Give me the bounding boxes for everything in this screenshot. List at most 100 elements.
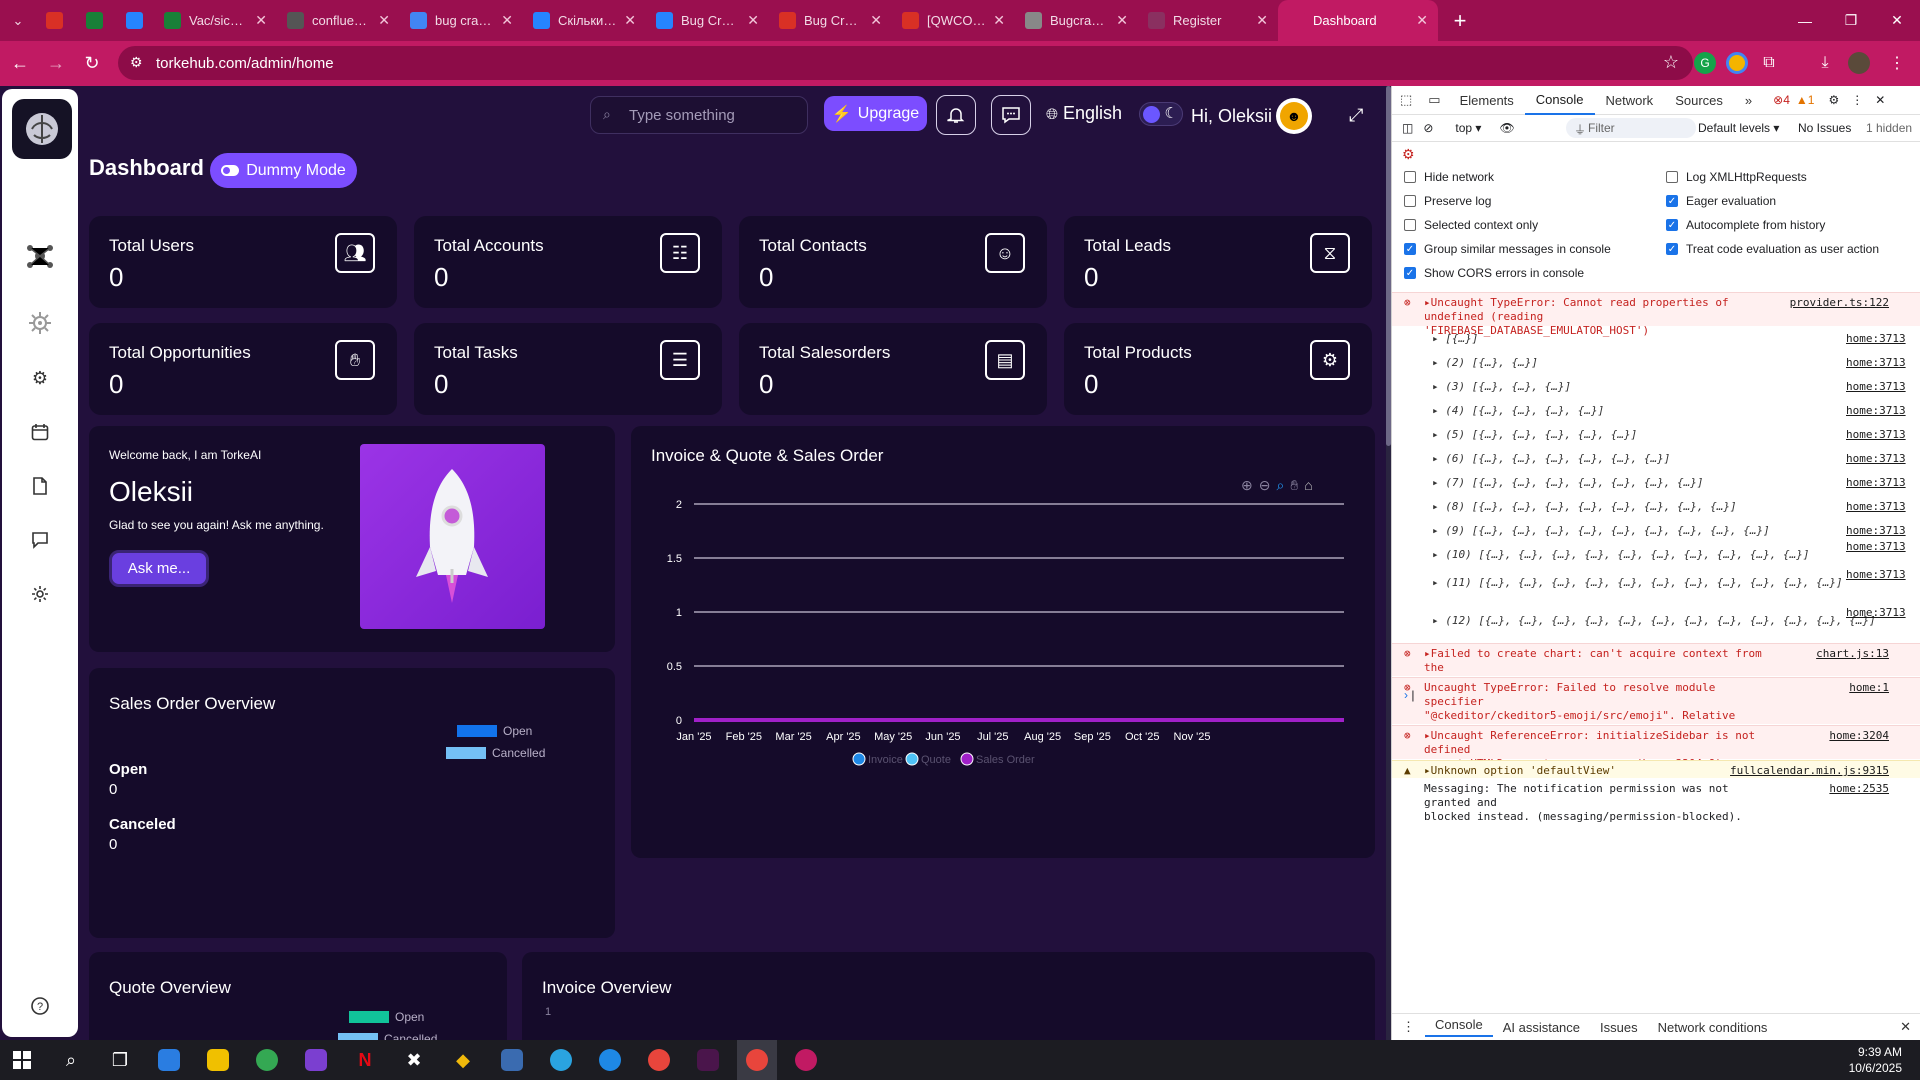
console-settings-gear-icon[interactable]: ⚙ (1402, 146, 1415, 163)
devtools-close-icon[interactable]: ✕ (1875, 93, 1885, 107)
console-source-link[interactable]: home:3713 (1846, 380, 1906, 393)
devtools-settings-icon[interactable]: ⚙ (1828, 93, 1839, 107)
checkbox[interactable]: ✓ (1666, 195, 1678, 207)
console-source-link[interactable]: home:3713 (1846, 476, 1906, 489)
notifications-button[interactable] (936, 95, 976, 135)
chrome-profile-1-icon[interactable] (639, 1040, 679, 1080)
warning-count-badge[interactable]: ▲1 (1796, 93, 1815, 107)
download-icon[interactable]: ⤓ (1814, 52, 1836, 74)
console-message[interactable]: ⊗ ▸Failed to create chart: can't acquire … (1392, 643, 1920, 688)
console-array-entry[interactable]: ▸ (10) [{…}, {…}, {…}, {…}, {…}, {…}, {…… (1432, 548, 1810, 561)
issues-count[interactable]: No Issues (1798, 121, 1851, 135)
reload-button[interactable]: ↻ (76, 48, 108, 80)
console-message[interactable]: ⊗ ▸Uncaught TypeError: Cannot read proper… (1392, 292, 1920, 337)
sidebar-chat-icon[interactable] (16, 516, 64, 564)
url-bar[interactable]: ⚙ torkehub.com/admin/home ☆ (118, 46, 1693, 80)
devtools-menu-icon[interactable]: ⋮ (1851, 93, 1863, 107)
console-source-link[interactable]: chart.js:13 (1816, 647, 1889, 660)
tab-console[interactable]: Console (1524, 86, 1595, 115)
file-explorer-icon[interactable] (198, 1040, 238, 1080)
telegram-icon[interactable] (541, 1040, 581, 1080)
site-info-icon[interactable]: ⚙ (130, 54, 143, 71)
calculator-icon[interactable] (492, 1040, 532, 1080)
extensions-puzzle-icon[interactable]: ⧉ (1758, 52, 1780, 74)
console-source-link[interactable]: home:3713 (1846, 404, 1906, 417)
app-logo[interactable] (12, 99, 72, 159)
drawer-tab-network-conditions[interactable]: Network conditions (1648, 1020, 1778, 1035)
browser-tab[interactable]: Bugcrawl proof ✕ (1015, 0, 1138, 41)
console-source-link[interactable]: fullcalendar.min.js:9315 (1730, 764, 1889, 777)
slack-icon[interactable] (688, 1040, 728, 1080)
drawer-tab-issues[interactable]: Issues (1590, 1020, 1648, 1035)
live-expression-eye-icon[interactable]: 👁︎ (1499, 121, 1514, 135)
tab-network[interactable]: Network (1595, 86, 1665, 115)
extension-icon[interactable] (1726, 52, 1748, 74)
app-heart-icon[interactable] (296, 1040, 336, 1080)
console-source-link[interactable]: home:2535 (1829, 782, 1889, 795)
netflix-icon[interactable]: N (345, 1040, 385, 1080)
tab-close-icon[interactable]: ✕ (501, 12, 513, 29)
sidebar-help-icon[interactable]: ? (16, 982, 64, 1030)
chrome-profile-2-icon[interactable] (737, 1040, 777, 1080)
console-source-link[interactable]: home:3713 (1846, 524, 1906, 537)
console-option[interactable]: ✓ Autocomplete from history (1666, 218, 1825, 232)
chrome-profile-3-icon[interactable] (786, 1040, 826, 1080)
legend-label[interactable]: Quote (921, 754, 951, 766)
checkbox[interactable] (1404, 195, 1416, 207)
taskbar-search-icon[interactable]: ⌕ (51, 1040, 91, 1080)
console-source-link[interactable]: home:3713 (1846, 606, 1906, 619)
stat-card[interactable]: Total Contacts 0 ☺ (739, 216, 1047, 308)
console-filter-input[interactable]: ⏚ Filter (1566, 118, 1696, 138)
error-count-badge[interactable]: ⊗4 (1773, 93, 1790, 107)
windows-start-icon[interactable] (2, 1040, 42, 1080)
browser-tab[interactable]: confluence.redi ✕ (277, 0, 400, 41)
console-option[interactable]: Selected context only (1404, 218, 1538, 232)
capcut-icon[interactable]: ✖ (394, 1040, 434, 1080)
log-levels-dropdown[interactable]: Default levels ▾ (1698, 121, 1779, 135)
console-array-entry[interactable]: ▸ (8) [{…}, {…}, {…}, {…}, {…}, {…}, {…}… (1432, 500, 1737, 513)
tab-search-button[interactable]: ⌄ (0, 0, 36, 41)
user-avatar[interactable]: ☻ (1276, 98, 1312, 134)
restore-icon[interactable]: ❐ (1828, 0, 1874, 41)
stat-card[interactable]: Total Leads 0 ⧖ (1064, 216, 1372, 308)
search-input[interactable]: ⌕ Type something (590, 96, 808, 134)
tab-close-icon[interactable]: ✕ (1256, 12, 1268, 29)
console-message[interactable]: ⊗ Uncaught TypeError: Failed to resolve m… (1392, 677, 1920, 750)
sidebar-network-icon[interactable] (16, 232, 64, 280)
legend-label[interactable]: Sales Order (976, 754, 1035, 766)
tab-close-icon[interactable]: ✕ (747, 12, 759, 29)
browser-tab[interactable]: [QWCOM-3769 ✕ (892, 0, 1015, 41)
console-message[interactable]: ▲ ▸Unknown option 'defaultView' fullcalend… (1392, 760, 1920, 778)
clear-console-icon[interactable]: ⊘ (1423, 121, 1433, 135)
browser-tab[interactable] (36, 0, 76, 41)
minimize-icon[interactable]: — (1782, 0, 1828, 41)
console-array-entry[interactable]: ▸ (2) [{…}, {…}] (1432, 356, 1538, 369)
console-source-link[interactable]: provider.ts:122 (1790, 296, 1889, 309)
drawer-tab-console[interactable]: Console (1425, 1017, 1493, 1037)
forward-button[interactable]: → (40, 48, 72, 80)
console-option[interactable]: ✓ Group similar messages in console (1404, 242, 1611, 256)
browser-tab[interactable]: Bug Crawl: Як в ✕ (646, 0, 769, 41)
more-tabs-icon[interactable]: » (1734, 86, 1763, 115)
close-window-icon[interactable]: ✕ (1874, 0, 1920, 41)
console-source-link[interactable]: home:3713 (1846, 332, 1906, 345)
console-source-link[interactable]: home:3713 (1846, 540, 1906, 553)
console-option[interactable]: Preserve log (1404, 194, 1491, 208)
task-view-icon[interactable]: ❐ (100, 1040, 140, 1080)
browser-tab[interactable] (116, 0, 154, 41)
chrome-icon[interactable] (247, 1040, 287, 1080)
checkbox[interactable] (1666, 171, 1678, 183)
binance-icon[interactable]: ◆ (443, 1040, 483, 1080)
context-selector[interactable]: top ▾ (1455, 121, 1481, 135)
checkbox[interactable] (1404, 219, 1416, 231)
new-tab-button[interactable]: + (1448, 8, 1472, 34)
drawer-tab-ai[interactable]: AI assistance (1493, 1020, 1590, 1035)
console-message[interactable]: ⊗ ▸Uncaught ReferenceError: initializeSid… (1392, 725, 1920, 770)
console-source-link[interactable]: home:3713 (1846, 500, 1906, 513)
console-array-entry[interactable]: ▸ (11) [{…}, {…}, {…}, {…}, {…}, {…}, {…… (1432, 576, 1843, 589)
browser-tab[interactable]: Dashboard ✕ (1278, 0, 1438, 41)
console-array-entry[interactable]: ▸ (6) [{…}, {…}, {…}, {…}, {…}, {…}] (1432, 452, 1670, 465)
console-option[interactable]: ✓ Treat code evaluation as user action (1666, 242, 1879, 256)
tab-close-icon[interactable]: ✕ (870, 12, 882, 29)
console-source-link[interactable]: home:3713 (1846, 568, 1906, 581)
